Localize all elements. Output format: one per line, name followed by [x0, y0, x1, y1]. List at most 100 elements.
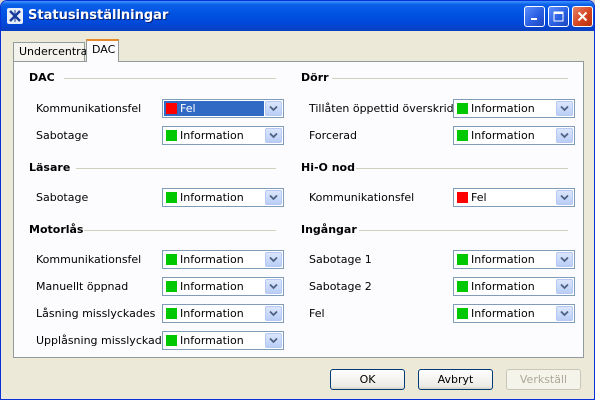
tab-undercentral[interactable]: Undercentral	[13, 42, 90, 61]
severity-value: Information	[164, 252, 264, 267]
severity-text: Information	[180, 280, 244, 293]
dropdown-button[interactable]	[265, 279, 282, 294]
severity-text: Fel	[180, 102, 196, 115]
severity-select[interactable]: Information	[453, 126, 575, 145]
severity-select[interactable]: Information	[162, 250, 284, 269]
chevron-down-icon	[269, 310, 278, 317]
dropdown-button[interactable]	[265, 190, 282, 205]
dropdown-button[interactable]	[265, 252, 282, 267]
setting-label: Sabotage 1	[309, 253, 372, 266]
green-status-icon	[166, 308, 177, 319]
chevron-down-icon	[269, 194, 278, 201]
dropdown-button[interactable]	[556, 190, 573, 205]
green-status-icon	[457, 308, 468, 319]
dropdown-button[interactable]	[556, 252, 573, 267]
severity-select[interactable]: Information	[162, 331, 284, 350]
dropdown-button[interactable]	[265, 306, 282, 321]
severity-select[interactable]: Information	[162, 126, 284, 145]
green-status-icon	[457, 103, 468, 114]
tab-dac[interactable]: DAC	[86, 39, 119, 62]
severity-value: Information	[455, 306, 555, 321]
ok-button[interactable]: OK	[330, 369, 405, 390]
severity-value: Information	[455, 128, 555, 143]
severity-text: Information	[471, 129, 535, 142]
cancel-button[interactable]: Avbryt	[418, 369, 493, 390]
minimize-button[interactable]	[524, 6, 545, 27]
chevron-down-icon	[269, 256, 278, 263]
chevron-down-icon	[560, 194, 569, 201]
setting-label: Sabotage 2	[309, 280, 372, 293]
severity-text: Information	[180, 191, 244, 204]
group-divider	[84, 230, 276, 231]
green-status-icon	[166, 335, 177, 346]
severity-value: Information	[164, 306, 264, 321]
dropdown-button[interactable]	[265, 101, 282, 116]
setting-label: Manuellt öppnad	[36, 280, 129, 293]
severity-select[interactable]: Information	[453, 250, 575, 269]
setting-label: Upplåsning misslyckades	[36, 334, 175, 347]
group-divider	[64, 78, 276, 79]
setting-label: Låsning misslyckades	[36, 307, 156, 320]
setting-label: Tillåten öppettid överskriden	[309, 102, 468, 115]
severity-select[interactable]: Information	[453, 277, 575, 296]
chevron-down-icon	[269, 283, 278, 290]
setting-label: Fel	[309, 307, 325, 320]
chevron-down-icon	[269, 337, 278, 344]
severity-value: Information	[164, 128, 264, 143]
setting-label: Sabotage	[36, 191, 89, 204]
severity-select[interactable]: Information	[162, 188, 284, 207]
maximize-button[interactable]	[548, 6, 569, 27]
severity-text: Information	[180, 129, 244, 142]
app-icon	[7, 8, 23, 24]
severity-text: Information	[180, 253, 244, 266]
green-status-icon	[457, 254, 468, 265]
chevron-down-icon	[269, 105, 278, 112]
severity-select[interactable]: Information	[162, 277, 284, 296]
setting-label: Forcerad	[309, 129, 358, 142]
dropdown-button[interactable]	[556, 101, 573, 116]
apply-button[interactable]: Verkställ	[506, 369, 581, 390]
severity-value: Information	[164, 190, 264, 205]
severity-text: Information	[180, 334, 244, 347]
group-title-hi-o-nod: Hi-O nod	[301, 161, 355, 174]
severity-value: Information	[455, 101, 555, 116]
dropdown-button[interactable]	[556, 128, 573, 143]
severity-text: Information	[471, 253, 535, 266]
green-status-icon	[166, 192, 177, 203]
title-bar[interactable]: Statusinställningar	[1, 1, 594, 31]
green-status-icon	[166, 254, 177, 265]
setting-label: Sabotage	[36, 129, 89, 142]
red-status-icon	[457, 192, 468, 203]
tab-panel-dac: DAC Kommunikationsfel Fel Sabotage Informati…	[13, 61, 584, 358]
severity-select[interactable]: Information	[453, 304, 575, 323]
severity-value: Information	[164, 333, 264, 348]
severity-text: Information	[471, 280, 535, 293]
close-icon	[577, 11, 588, 22]
severity-text: Fel	[471, 191, 487, 204]
minimize-icon	[531, 18, 537, 20]
severity-select[interactable]: Fel	[453, 188, 575, 207]
green-status-icon	[166, 281, 177, 292]
window-title: Statusinställningar	[28, 8, 169, 23]
group-title-dac: DAC	[29, 71, 55, 84]
close-button[interactable]	[572, 6, 593, 27]
severity-select[interactable]: Fel	[162, 99, 284, 118]
green-status-icon	[457, 130, 468, 141]
severity-select[interactable]: Information	[453, 99, 575, 118]
severity-value: Information	[455, 252, 555, 267]
dropdown-button[interactable]	[556, 279, 573, 294]
dropdown-button[interactable]	[265, 333, 282, 348]
maximize-icon	[553, 11, 564, 22]
severity-select[interactable]: Information	[162, 304, 284, 323]
severity-text: Information	[180, 307, 244, 320]
severity-value: Fel	[455, 190, 555, 205]
dropdown-button[interactable]	[556, 306, 573, 321]
dropdown-button[interactable]	[265, 128, 282, 143]
group-divider	[332, 78, 568, 79]
setting-label: Kommunikationsfel	[36, 253, 142, 266]
setting-label: Kommunikationsfel	[309, 191, 415, 204]
group-title-ingångar: Ingångar	[301, 223, 357, 236]
status-settings-window: Statusinställningar Undercentral DAC DAC…	[0, 0, 595, 400]
chevron-down-icon	[560, 256, 569, 263]
setting-label: Kommunikationsfel	[36, 102, 142, 115]
